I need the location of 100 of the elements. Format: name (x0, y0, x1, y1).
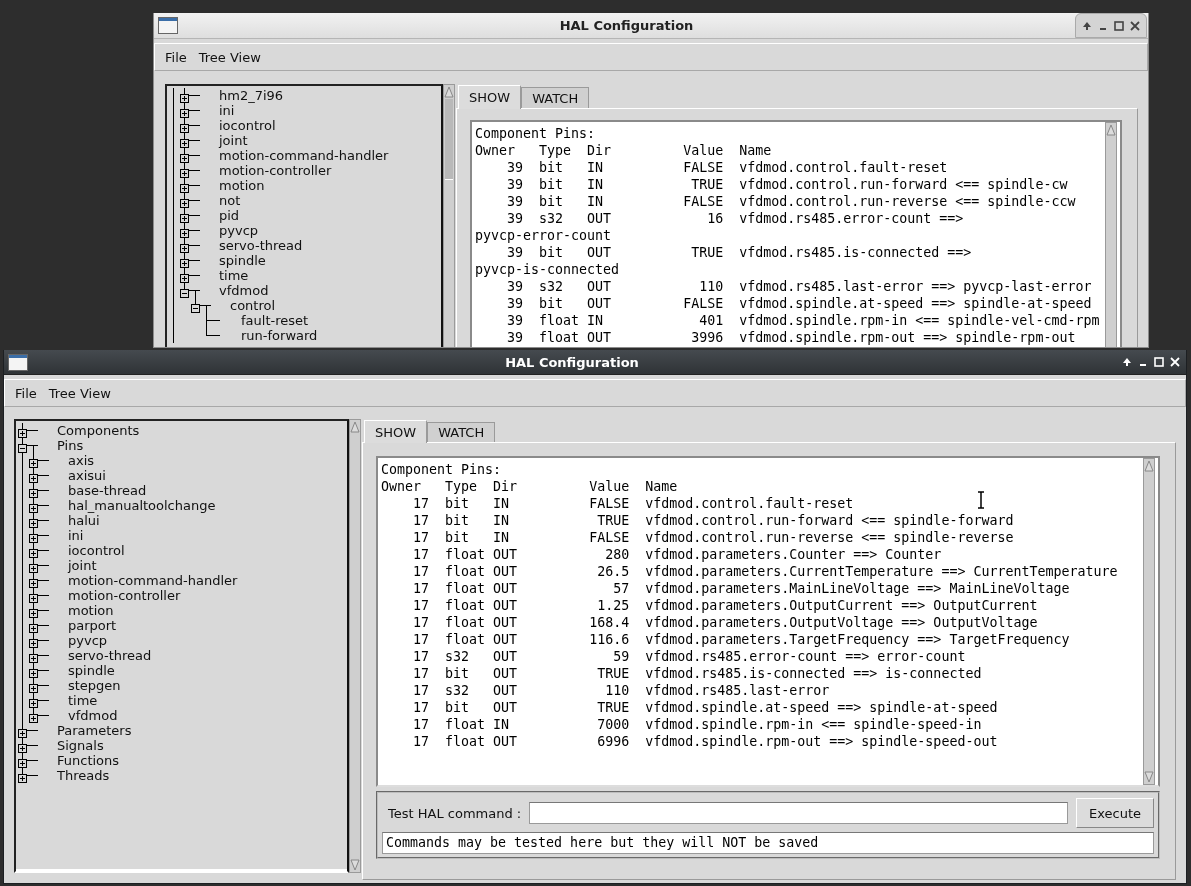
tree-item[interactable]: axis (68, 453, 95, 468)
expand-icon[interactable] (29, 459, 38, 468)
expand-icon[interactable] (29, 519, 38, 528)
tree-item[interactable]: hal_manualtoolchange (68, 498, 216, 513)
tree-item[interactable]: motion-command-handler (68, 573, 238, 588)
expand-icon[interactable] (180, 214, 189, 223)
tree-item[interactable]: not (219, 193, 241, 208)
tree-item[interactable]: Parameters (57, 723, 132, 738)
tree-item[interactable]: hm2_7i96 (219, 88, 284, 103)
collapse-icon[interactable] (191, 304, 200, 313)
tree-item[interactable]: motion (219, 178, 265, 193)
command-field[interactable] (529, 802, 1068, 824)
tree-item[interactable]: Pins (57, 438, 84, 453)
tree-item[interactable]: Functions (57, 753, 120, 768)
expand-icon[interactable] (29, 609, 38, 618)
expand-icon[interactable] (29, 474, 38, 483)
tree-item[interactable]: motion-controller (219, 163, 332, 178)
tree-scrollbar[interactable] (443, 84, 455, 347)
tree-item[interactable]: servo-thread (219, 238, 303, 253)
expand-icon[interactable] (18, 729, 27, 738)
expand-icon[interactable] (180, 154, 189, 163)
maximize-icon[interactable] (1114, 20, 1124, 31)
expand-icon[interactable] (29, 489, 38, 498)
tree-item[interactable]: motion-command-handler (219, 148, 389, 163)
tree-item[interactable]: axisui (68, 468, 106, 483)
tree-item[interactable]: Threads (57, 768, 110, 783)
tree-item[interactable]: control (230, 298, 276, 313)
expand-icon[interactable] (180, 124, 189, 133)
tree-item[interactable]: vfdmod (68, 708, 118, 723)
tab[interactable]: SHOW (458, 85, 522, 109)
expand-icon[interactable] (29, 534, 38, 543)
tree-item[interactable]: iocontrol (219, 118, 276, 133)
expand-icon[interactable] (180, 199, 189, 208)
expand-icon[interactable] (180, 169, 189, 178)
tree-item[interactable]: ini (219, 103, 235, 118)
tree-item[interactable]: pyvcp (219, 223, 259, 238)
tree-item[interactable]: Signals (57, 738, 104, 753)
text-line: Component Pins: (381, 461, 502, 478)
tree-item[interactable]: servo-thread (68, 648, 152, 663)
expand-icon[interactable] (29, 549, 38, 558)
close-icon[interactable] (1130, 20, 1140, 31)
expand-icon[interactable] (29, 654, 38, 663)
expand-icon[interactable] (29, 714, 38, 723)
scroll-thumb[interactable] (445, 99, 453, 180)
expand-icon[interactable] (29, 564, 38, 573)
menu-item[interactable]: Tree View (42, 383, 117, 403)
expand-icon[interactable] (180, 244, 189, 253)
expand-icon[interactable] (180, 274, 189, 283)
execute-button[interactable]: Execute (1076, 798, 1154, 828)
text-line: 17 bit OUT TRUE vfdmod.spindle.at-speed ==> spindle-at-speed (412, 699, 998, 716)
menu-item[interactable]: File (159, 47, 193, 67)
up-arrow-icon[interactable] (1082, 20, 1092, 31)
expand-icon[interactable] (18, 774, 27, 783)
expand-icon[interactable] (180, 94, 189, 103)
tree-item[interactable]: ini (68, 528, 84, 543)
expand-icon[interactable] (29, 624, 38, 633)
expand-icon[interactable] (29, 579, 38, 588)
collapse-icon[interactable] (180, 289, 189, 298)
tree-item[interactable]: run-forward (241, 328, 318, 343)
text-scrollbar[interactable] (1105, 122, 1117, 347)
expand-icon[interactable] (180, 229, 189, 238)
tab[interactable]: SHOW (364, 420, 428, 443)
expand-icon[interactable] (18, 429, 27, 438)
up-arrow-icon[interactable] (1122, 357, 1132, 367)
tree-item[interactable]: time (68, 693, 98, 708)
tree-item[interactable]: joint (68, 558, 97, 573)
expand-icon[interactable] (29, 504, 38, 513)
tree-item[interactable]: halui (68, 513, 100, 528)
tree-item[interactable]: spindle (219, 253, 266, 268)
expand-icon[interactable] (29, 699, 38, 708)
tree-item[interactable]: vfdmod (219, 283, 269, 298)
tree-item[interactable]: fault-reset (241, 313, 309, 328)
tree-item[interactable]: base-thread (68, 483, 147, 498)
text-line: 17 s32 OUT 110 vfdmod.rs485.last-error (412, 682, 830, 699)
expand-icon[interactable] (29, 684, 38, 693)
menu-item[interactable]: File (9, 383, 43, 403)
tree-item[interactable]: stepgen (68, 678, 121, 693)
tree-item[interactable]: parport (68, 618, 117, 633)
tab[interactable]: WATCH (427, 422, 496, 442)
tree-item[interactable]: motion-controller (68, 588, 181, 603)
tree-item[interactable]: time (219, 268, 249, 283)
expand-icon[interactable] (29, 669, 38, 678)
tree-item[interactable]: Components (57, 423, 140, 438)
expand-icon[interactable] (18, 759, 27, 768)
tree-item[interactable]: pyvcp (68, 633, 108, 648)
expand-icon[interactable] (29, 594, 38, 603)
expand-icon[interactable] (180, 139, 189, 148)
tree-item[interactable]: iocontrol (68, 543, 125, 558)
tree-item[interactable]: spindle (68, 663, 115, 678)
expand-icon[interactable] (180, 259, 189, 268)
menu-item[interactable]: Tree View (192, 47, 267, 67)
tree-item[interactable]: joint (219, 133, 248, 148)
tree-item[interactable]: motion (68, 603, 114, 618)
collapse-icon[interactable] (18, 444, 27, 453)
tree-item[interactable]: pid (219, 208, 240, 223)
tab[interactable]: WATCH (521, 87, 590, 108)
expand-icon[interactable] (180, 109, 189, 118)
expand-icon[interactable] (180, 184, 189, 193)
expand-icon[interactable] (18, 744, 27, 753)
expand-icon[interactable] (29, 639, 38, 648)
